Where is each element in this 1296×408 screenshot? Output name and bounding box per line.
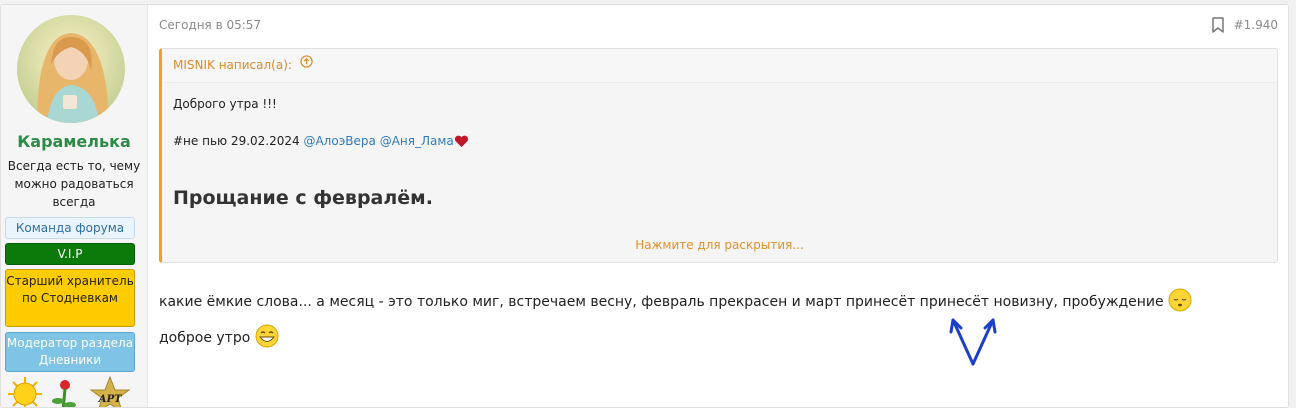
post-body-line-2: доброе утро (159, 324, 279, 352)
quote-block: MISNIK написал(а): Доброго утра !!! #не … (159, 48, 1278, 263)
post-body-text-2: доброе утро (159, 330, 251, 346)
post-body-line-1: какие ёмкие слова... а месяц - это тольк… (159, 288, 1192, 316)
quote-header: MISNIK написал(а): (162, 49, 1277, 83)
flower-trophy-icon[interactable] (52, 380, 76, 408)
mention-link[interactable]: @Аня_Лама (380, 134, 454, 148)
quote-author[interactable]: MISNIK написал(а): (173, 58, 292, 72)
forum-post: Карамелька Всегда есть то, чему можно ра… (0, 4, 1289, 408)
trophy-star-text: АРТ (97, 394, 123, 405)
heart-icon (454, 134, 469, 148)
post-date[interactable]: Сегодня в 05:57 (159, 18, 261, 32)
user-title: Всегда есть то, чему можно радоваться вс… (7, 159, 141, 209)
arrow-up-circle-icon[interactable] (300, 49, 313, 81)
sleepy-smiley-icon (1168, 288, 1192, 316)
post-number[interactable]: #1.940 (1234, 18, 1278, 32)
avatar[interactable] (17, 15, 125, 123)
sun-trophy-icon[interactable] (8, 377, 42, 408)
moderator-banner: Модератор раздела Дневники (5, 332, 135, 372)
trophy-row: АРТ (5, 375, 145, 408)
grin-smiley-icon (255, 324, 279, 352)
user-sidebar: Карамелька Всегда есть то, чему можно ра… (1, 5, 148, 407)
team-banner: Команда форума (5, 217, 135, 239)
annotation-arrows (945, 310, 1005, 372)
bookmark-icon[interactable] (1212, 17, 1226, 33)
quote-hashtag-text: #не пью 29.02.2024 (173, 134, 300, 148)
quote-line-1: Доброго утра !!! (173, 97, 277, 111)
expand-quote-link[interactable]: Нажмите для раскрытия... (162, 238, 1277, 252)
keeper-banner: Старший хранитель по Стодневкам (5, 269, 135, 327)
mention-link[interactable]: @АлоэВера (303, 134, 375, 148)
post-main: Сегодня в 05:57 #1.940 MISNIK написал(а)… (159, 5, 1278, 407)
vip-banner: V.I.P (5, 243, 135, 265)
quote-heading: Прощание с февралём. (173, 187, 433, 209)
username[interactable]: Карамелька (1, 132, 147, 151)
quote-line-2: #не пью 29.02.2024 @АлоэВера @Аня_Лама (173, 134, 469, 148)
star-art-trophy-icon[interactable]: АРТ (89, 375, 131, 408)
post-body-text: какие ёмкие слова... а месяц - это тольк… (159, 294, 1164, 310)
